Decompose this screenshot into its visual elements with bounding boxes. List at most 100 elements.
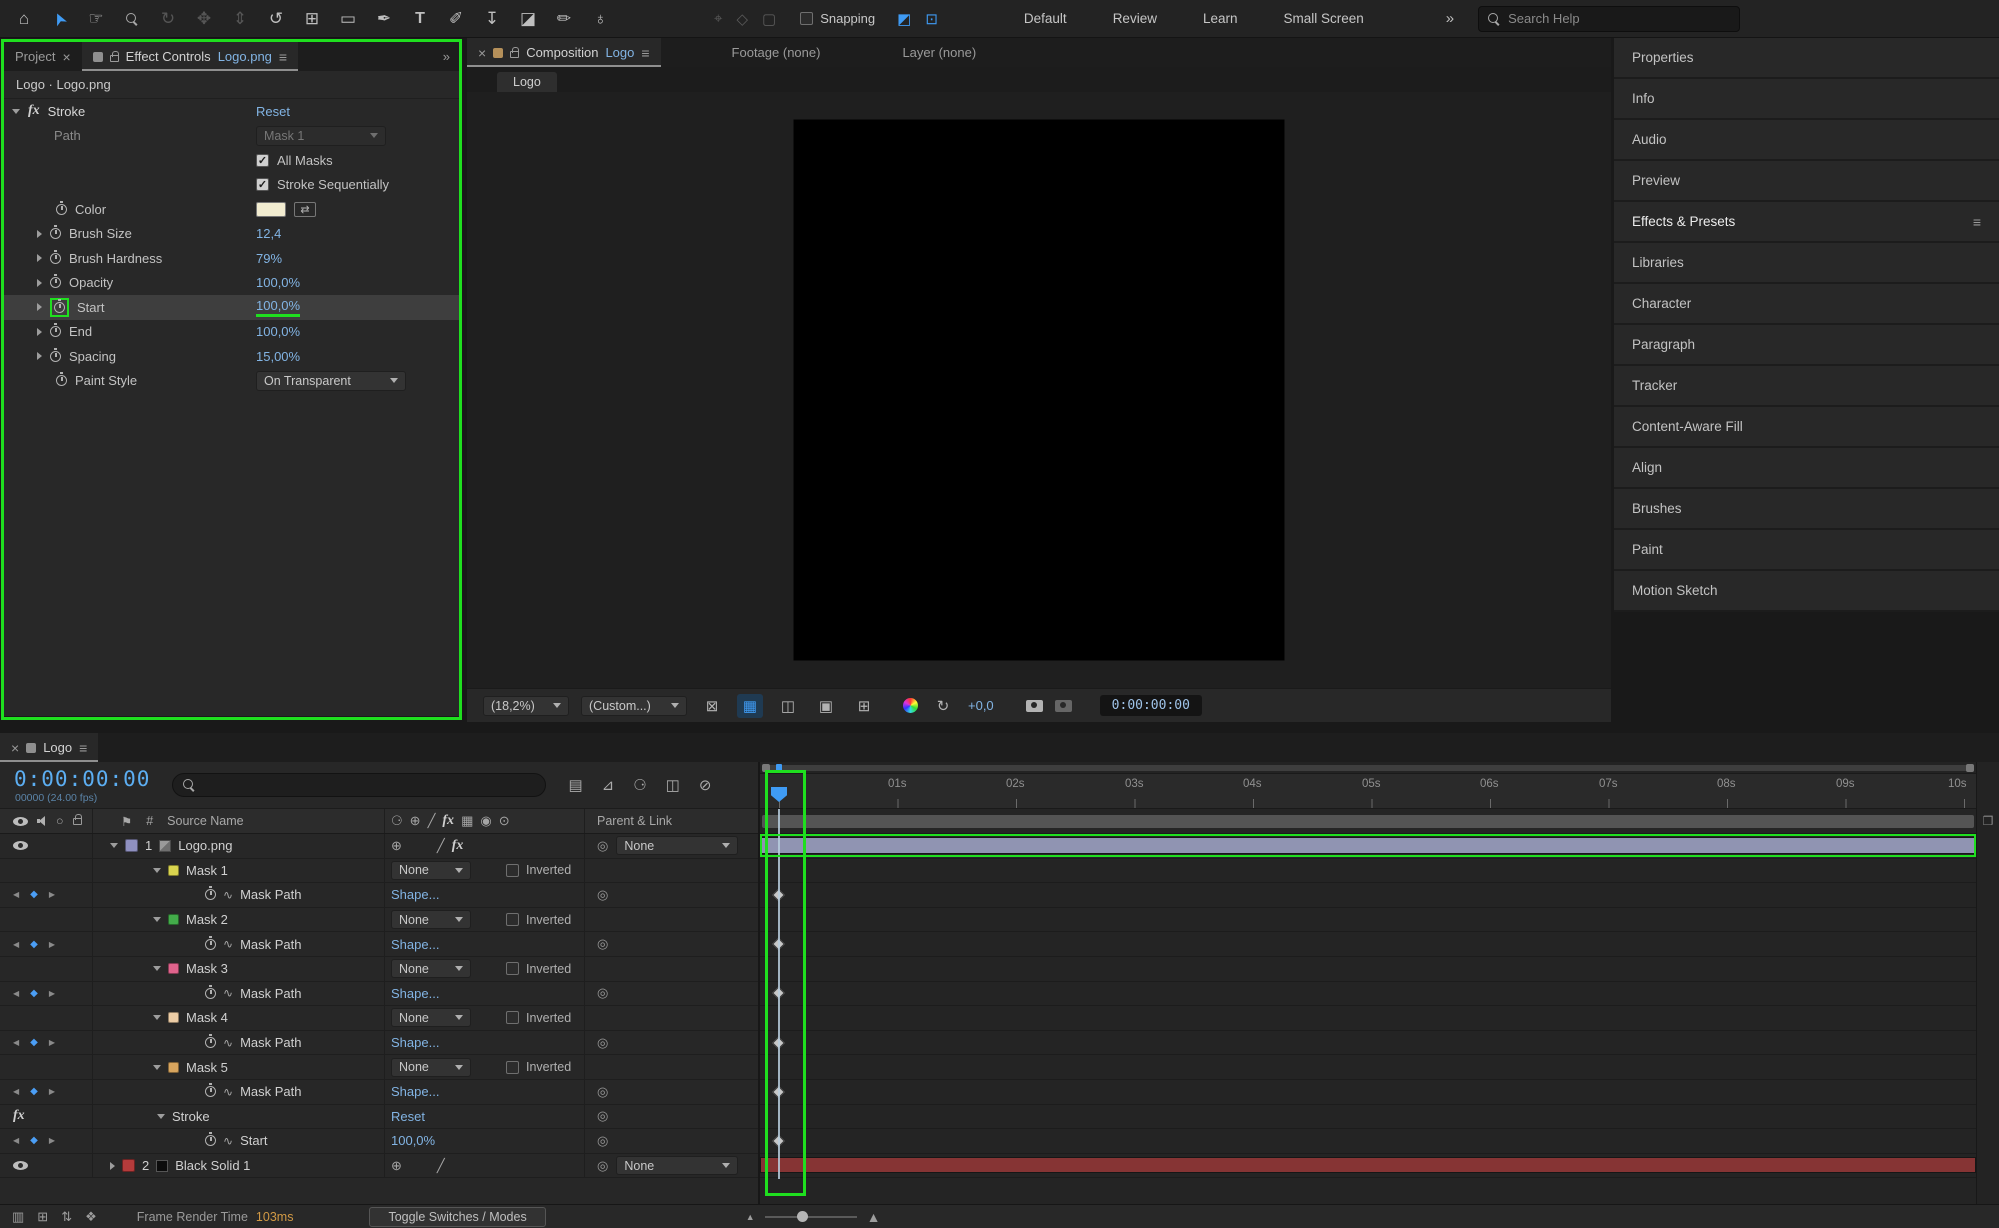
track-row-mask-path-4[interactable] (760, 1031, 1976, 1056)
viewer-timecode[interactable]: 0:00:00:00 (1100, 695, 1202, 716)
panel-tab-audio[interactable]: Audio (1614, 120, 1999, 161)
mask-path-row-4[interactable]: ◀ ◆ ▶ ∿ Mask Path Shape... ◎ (0, 1031, 758, 1056)
twirl-icon[interactable] (37, 352, 42, 360)
pickwhip-icon[interactable]: ◎ (597, 985, 608, 1001)
property-row-spacing[interactable]: Spacing 15,00% (4, 344, 460, 369)
stopwatch-icon[interactable] (50, 253, 61, 264)
property-name[interactable]: Mask Path (240, 986, 301, 1001)
navigator-bar[interactable] (764, 765, 1972, 771)
type-tool[interactable]: T (402, 4, 438, 34)
puppet-pin-tool[interactable]: ♀ (582, 4, 618, 34)
mask-row-3[interactable]: Mask 3 None Inverted (0, 957, 758, 982)
show-snapshot-icon[interactable] (1055, 700, 1072, 712)
lock-column-icon[interactable] (73, 818, 82, 825)
mask-visibility-icon[interactable]: ◫ (775, 694, 801, 718)
snap-features-icon[interactable]: ◩ (897, 10, 911, 28)
mask-name[interactable]: Mask 3 (186, 961, 228, 976)
mask-mode-select[interactable]: None (391, 861, 471, 880)
stroke-sequentially-checkbox[interactable] (256, 178, 269, 191)
hand-tool[interactable]: ☞ (78, 4, 114, 34)
mask-name[interactable]: Mask 5 (186, 1060, 228, 1075)
selection-tool[interactable]: ➤ (42, 4, 78, 34)
composition-viewport[interactable] (467, 92, 1611, 688)
twirl-icon[interactable] (153, 917, 161, 922)
start-property-value[interactable]: 100,0% (256, 298, 300, 317)
mask-path-row-2[interactable]: ◀ ◆ ▶ ∿ Mask Path Shape... ◎ (0, 932, 758, 957)
mask-name[interactable]: Mask 2 (186, 912, 228, 927)
property-name[interactable]: Mask Path (240, 1084, 301, 1099)
stopwatch-icon[interactable] (205, 939, 216, 950)
composition-canvas[interactable] (794, 120, 1285, 661)
track-row-mask-1[interactable] (760, 859, 1976, 884)
next-keyframe-icon[interactable]: ▶ (49, 989, 55, 998)
mask-name[interactable]: Mask 1 (186, 863, 228, 878)
collapse-switch-icon[interactable]: ⊕ (391, 838, 402, 854)
track-row-mask-path-2[interactable] (760, 932, 1976, 957)
effect-name[interactable]: Stroke (172, 1109, 210, 1124)
eye-icon[interactable] (13, 1161, 28, 1170)
layer-row-logo[interactable]: 1 Logo.png ⊕ ╱ fx ◎ None (0, 834, 758, 859)
pickwhip-icon[interactable]: ◎ (597, 936, 608, 952)
panel-menu-icon[interactable]: ≡ (79, 740, 87, 756)
twirl-icon[interactable] (110, 1162, 115, 1170)
zoom-out-icon[interactable]: ▲ (746, 1212, 755, 1222)
property-name[interactable]: Mask Path (240, 1035, 301, 1050)
tab-project[interactable]: Project × (4, 42, 82, 71)
property-row-brush-hardness[interactable]: Brush Hardness 79% (4, 246, 460, 271)
stopwatch-icon[interactable] (205, 1037, 216, 1048)
mask-mode-select[interactable]: None (391, 1008, 471, 1027)
layer-name[interactable]: Logo.png (178, 838, 232, 853)
twirl-icon[interactable] (110, 843, 118, 848)
track-row-mask-5[interactable] (760, 1055, 1976, 1080)
property-name[interactable]: Mask Path (240, 937, 301, 952)
magnification-select[interactable]: (18,2%) (483, 696, 569, 716)
zoom-slider-knob[interactable] (797, 1211, 808, 1222)
twirl-icon[interactable] (153, 1065, 161, 1070)
graph-icon[interactable]: ∿ (223, 1085, 233, 1099)
rulers-icon[interactable]: ⊞ (851, 694, 877, 718)
next-keyframe-icon[interactable]: ▶ (49, 940, 55, 949)
property-value[interactable]: Shape... (391, 937, 439, 952)
mask-color-swatch[interactable] (168, 914, 179, 925)
viewer-tab-logo[interactable]: Logo (497, 72, 557, 92)
panel-menu-icon[interactable]: ≡ (279, 49, 287, 65)
parent-select[interactable]: None (616, 836, 738, 855)
stopwatch-icon[interactable] (205, 1086, 216, 1097)
paint-style-select[interactable]: On Transparent (256, 371, 406, 391)
twirl-icon[interactable] (37, 328, 42, 336)
parent-link-column-header[interactable]: Parent & Link (597, 814, 672, 828)
property-row-opacity[interactable]: Opacity 100,0% (4, 271, 460, 296)
next-keyframe-icon[interactable]: ▶ (49, 1038, 55, 1047)
property-name[interactable]: Start (240, 1133, 267, 1148)
roto-brush-tool[interactable]: ✏ (546, 4, 582, 34)
mask-color-swatch[interactable] (168, 963, 179, 974)
stopwatch-icon[interactable] (50, 351, 61, 362)
panel-tab-align[interactable]: Align (1614, 448, 1999, 489)
help-search-input[interactable] (1508, 11, 1708, 26)
pen-tool[interactable]: ✒ (366, 4, 402, 34)
keyframe-toggle-icon[interactable]: ◆ (30, 889, 38, 900)
property-row-paint-style[interactable]: Paint Style On Transparent (4, 369, 460, 394)
stroke-group-row[interactable]: fx Stroke Reset ◎ (0, 1105, 758, 1130)
inverted-checkbox[interactable] (506, 1061, 519, 1074)
all-masks-checkbox[interactable] (256, 154, 269, 167)
solo-column-icon[interactable]: ○ (56, 814, 64, 828)
mask-row-1[interactable]: Mask 1 None Inverted (0, 859, 758, 884)
tab-layer[interactable]: Layer (none) (891, 38, 987, 67)
pickwhip-icon[interactable]: ◎ (597, 1035, 608, 1051)
motion-blur-icon[interactable]: ⊘ (699, 776, 712, 794)
channel-icon[interactable] (903, 698, 918, 713)
twirl-icon[interactable] (153, 1015, 161, 1020)
graph-icon[interactable]: ∿ (223, 1134, 233, 1148)
navigator-handle-left[interactable] (762, 764, 770, 772)
mask-mode-select[interactable]: None (391, 959, 471, 978)
workspace-small-screen[interactable]: Small Screen (1283, 11, 1363, 26)
property-row-all-masks[interactable]: All Masks (4, 148, 460, 173)
property-value[interactable]: 100,0% (256, 324, 300, 339)
color-swatch[interactable] (256, 202, 286, 217)
start-property-row[interactable]: ◀ ◆ ▶ ∿ Start 100,0% ◎ (0, 1129, 758, 1154)
mask-row-4[interactable]: Mask 4 None Inverted (0, 1006, 758, 1031)
expand-switches-icon[interactable]: ▥ (12, 1209, 24, 1225)
twirl-icon[interactable] (153, 966, 161, 971)
panel-tab-tracker[interactable]: Tracker (1614, 366, 1999, 407)
